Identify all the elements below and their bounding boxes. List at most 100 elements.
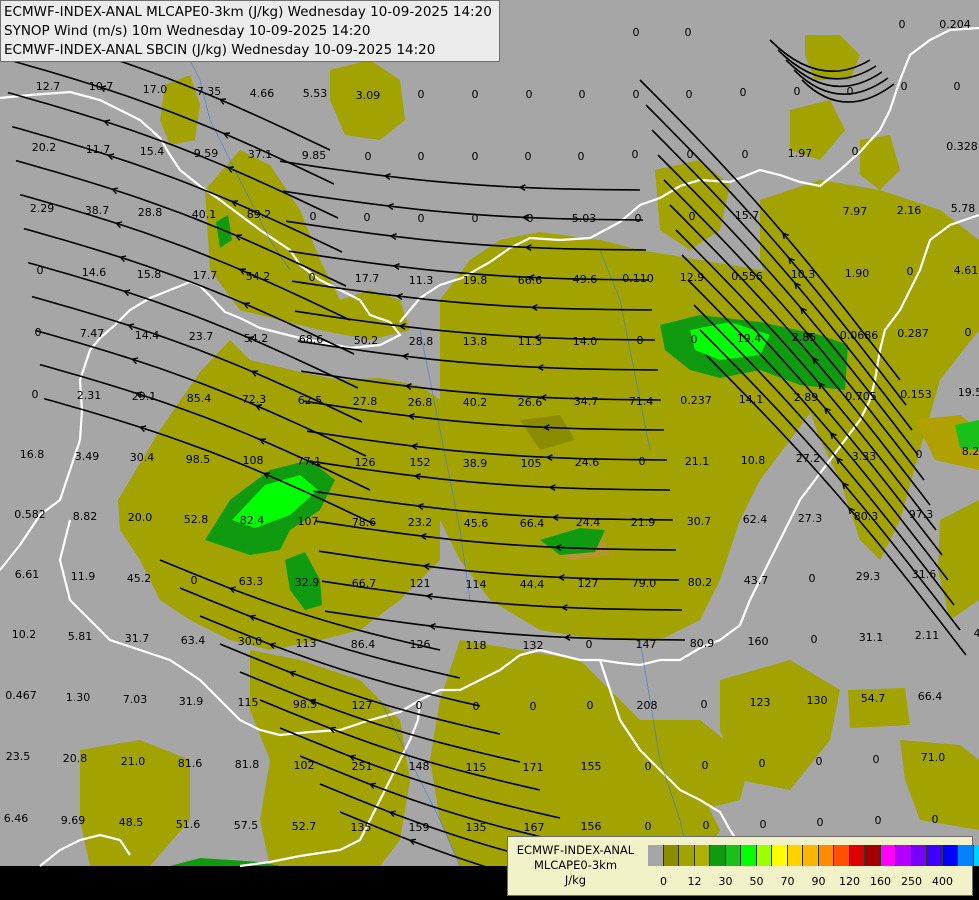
cin-value-label: 0 — [687, 148, 694, 161]
cin-value-label: 80.2 — [688, 576, 713, 589]
cin-value-label: 31.9 — [179, 695, 204, 708]
legend-tick-label: 70 — [780, 875, 795, 888]
cin-value-label: 7.97 — [843, 205, 868, 218]
legend-swatch — [911, 845, 927, 866]
cin-value-label: 50.2 — [354, 334, 379, 347]
cin-value-label: 5.81 — [68, 630, 93, 643]
cin-value-label: 81.6 — [178, 757, 203, 770]
title-synop-wind: SYNOP Wind (m/s) 10m Wednesday 10-09-202… — [4, 23, 371, 39]
cin-value-label: 40.1 — [192, 208, 217, 221]
cin-value-label: 0 — [526, 88, 533, 101]
cin-value-label: 2.29 — [30, 202, 55, 215]
cin-value-label: 14.0 — [573, 335, 598, 348]
title-mlcape: ECMWF-INDEX-ANAL MLCAPE0-3km (J/kg) Wedn… — [4, 4, 492, 20]
cin-value-label: 0 — [899, 18, 906, 31]
cin-value-label: 23.2 — [408, 516, 433, 529]
legend-swatch — [772, 845, 788, 866]
cin-value-label: 113 — [296, 637, 317, 650]
cin-value-label: 30.7 — [687, 515, 712, 528]
cin-value-label: 107 — [298, 515, 319, 528]
cin-value-label: 24.4 — [576, 516, 601, 529]
cin-value-label: 0 — [633, 88, 640, 101]
cin-value-label: 54.7 — [861, 692, 886, 705]
legend-tick-label: 90 — [811, 875, 826, 888]
cin-value-label: 0.556 — [731, 270, 763, 283]
cin-value-label: 72.3 — [242, 393, 267, 406]
cin-value-label: 20.8 — [63, 752, 88, 765]
cin-value-label: 62.5 — [298, 394, 323, 407]
cin-value-label: 121 — [410, 577, 431, 590]
cin-value-label: 0 — [702, 759, 709, 772]
cin-value-label: 13.8 — [463, 335, 488, 348]
cin-value-label: 14.6 — [82, 266, 107, 279]
cin-value-label: 160 — [748, 635, 769, 648]
legend-swatch — [849, 845, 865, 866]
cin-value-label: 0 — [817, 816, 824, 829]
cin-value-label: 4 — [974, 627, 979, 640]
legend-swatch — [741, 845, 757, 866]
cin-value-label: 0 — [875, 814, 882, 827]
cin-value-label: 31.1 — [859, 631, 884, 644]
cin-value-label: 0 — [633, 26, 640, 39]
cin-value-label: 71.4 — [629, 395, 654, 408]
legend-unit: J/kg — [564, 873, 587, 887]
legend-swatch — [927, 845, 943, 866]
cin-value-label: 127 — [578, 577, 599, 590]
cin-value-label: 52.7 — [292, 820, 317, 833]
cin-value-label: 89.2 — [247, 208, 272, 221]
cin-value-label: 0 — [418, 88, 425, 101]
cin-value-label: 171 — [523, 761, 544, 774]
cin-value-label: 11.3 — [518, 335, 543, 348]
cin-value-label: 9.59 — [194, 147, 219, 160]
cin-value-label: 98.5 — [186, 453, 211, 466]
cin-value-label: 15.7 — [735, 209, 760, 222]
cin-value-label: 0 — [364, 211, 371, 224]
cin-value-label: 0 — [645, 820, 652, 833]
cin-value-label: 251 — [352, 760, 373, 773]
cin-value-label: 14.4 — [135, 329, 160, 342]
cin-value-label: 8.82 — [73, 510, 98, 523]
cin-value-label: 0 — [472, 88, 479, 101]
cin-value-label: 21.9 — [631, 516, 656, 529]
cin-value-label: 28.8 — [138, 206, 163, 219]
cin-value-label: 63.3 — [239, 575, 264, 588]
legend-tick-label: 120 — [839, 875, 860, 888]
cin-value-label: 51.6 — [176, 818, 201, 831]
cin-value-label: 208 — [637, 699, 658, 712]
cin-value-label: 2.11 — [915, 629, 940, 642]
cin-value-label: 0 — [525, 150, 532, 163]
cin-value-label: 12.7 — [36, 80, 61, 93]
legend-swatch — [865, 845, 881, 866]
cin-value-label: 4.61 — [954, 264, 979, 277]
cin-value-label: 66.6 — [518, 274, 543, 287]
cin-value-label: 16.8 — [20, 448, 45, 461]
cin-value-label: 0 — [310, 210, 317, 223]
cin-value-label: 30.0 — [238, 635, 263, 648]
cin-value-label: 11.7 — [86, 143, 111, 156]
cin-value-label: 0 — [816, 755, 823, 768]
cin-value-label: 1.97 — [788, 147, 813, 160]
legend-title-parameter: MLCAPE0-3km — [533, 858, 618, 872]
cin-value-label: 0 — [418, 212, 425, 225]
cin-value-label: 82.4 — [240, 514, 265, 527]
legend-swatch — [973, 845, 979, 866]
cin-value-label: 0 — [759, 757, 766, 770]
cin-value-label: 130 — [807, 694, 828, 707]
cin-value-label: 0 — [847, 85, 854, 98]
cin-value-label: 1.30 — [66, 691, 91, 704]
cin-value-label: 0 — [586, 638, 593, 651]
legend-tick-label: 400 — [932, 875, 953, 888]
cin-value-label: 0.287 — [897, 327, 929, 340]
cin-value-label: 115 — [238, 696, 259, 709]
cin-value-label: 0 — [852, 145, 859, 158]
legend-swatch — [725, 845, 741, 866]
cin-value-label: 0.705 — [845, 390, 877, 403]
legend-swatch — [787, 845, 803, 866]
cin-value-label: 5.03 — [572, 212, 597, 225]
cin-value-label: 19.8 — [463, 274, 488, 287]
cin-value-label: 0 — [809, 572, 816, 585]
cin-value-label: 66.4 — [918, 690, 943, 703]
legend-swatch — [896, 845, 912, 866]
cin-value-label: 127 — [352, 699, 373, 712]
cin-value-label: 0 — [637, 334, 644, 347]
